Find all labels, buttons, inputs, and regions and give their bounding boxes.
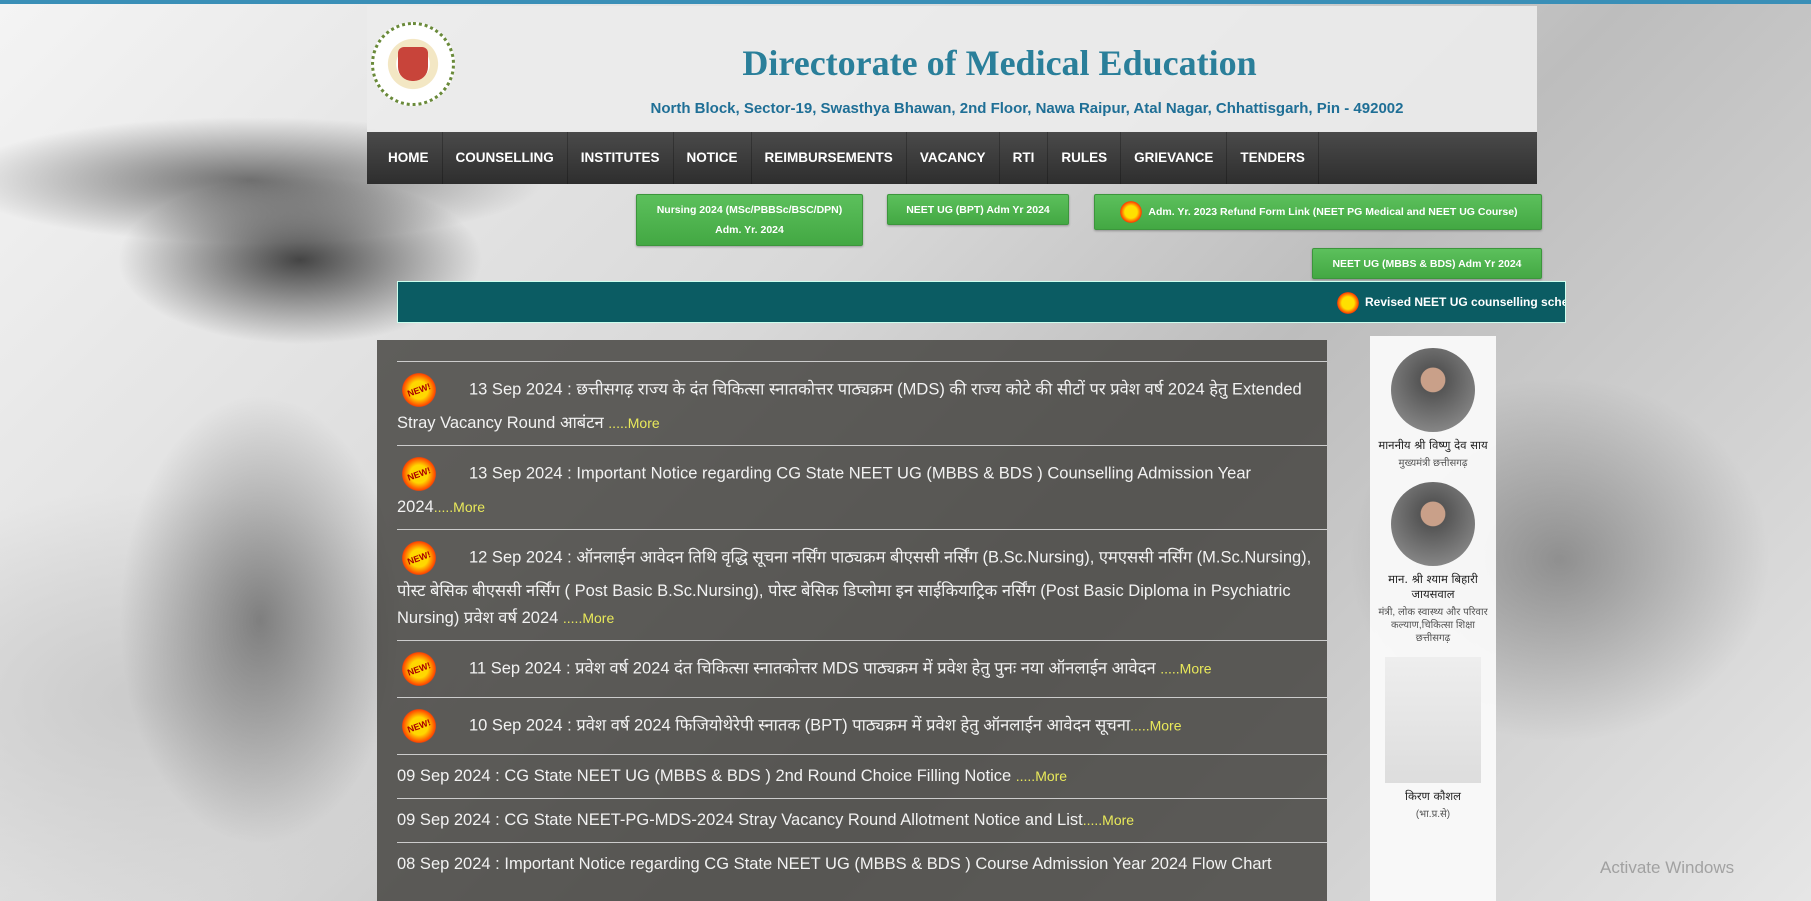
new-badge-icon: NEW! <box>391 531 447 585</box>
button-label: Adm. Yr. 2023 Refund Form Link (NEET PG … <box>1148 206 1518 218</box>
official-name: मान. श्री श्याम बिहारी जायसवाल <box>1388 572 1478 601</box>
nav-vacancy[interactable]: VACANCY <box>907 132 1000 184</box>
notice-item: NEW! 12 Sep 2024 : ऑनलाईन आवेदन तिथि वृद्… <box>391 529 1327 640</box>
new-badge-icon: NEW! <box>391 447 447 501</box>
button-label: Adm. Yr. 2024 <box>715 224 784 236</box>
more-link[interactable]: .....More <box>1160 660 1211 676</box>
notice-item: 08 Sep 2024 : Important Notice regarding… <box>397 842 1327 886</box>
top-accent-bar <box>0 0 1811 4</box>
more-link[interactable]: .....More <box>608 415 659 431</box>
notice-item: 09 Sep 2024 : CG State NEET UG (MBBS & B… <box>397 754 1327 798</box>
page-title: Directorate of Medical Education <box>742 43 1257 83</box>
notice-date: 11 Sep 2024 <box>469 659 562 678</box>
ticker-text: Revised NEET UG counselling sche <box>1365 295 1566 310</box>
button-label: NEET UG (MBBS & BDS) Adm Yr 2024 <box>1332 257 1522 270</box>
notice-text[interactable]: Important Notice regarding CG State NEET… <box>504 855 1271 873</box>
official-card: मान. श्री श्याम बिहारी जायसवाल मंत्री, लो… <box>1370 482 1496 645</box>
nav-reimbursements[interactable]: REIMBURSEMENTS <box>752 132 907 184</box>
official-designation: मुख्यमंत्री छत्तीसगढ़ <box>1398 458 1468 469</box>
new-badge-icon <box>1331 287 1365 319</box>
notice-item: NEW! 13 Sep 2024 : Important Notice regar… <box>391 445 1327 529</box>
main-nav: HOME COUNSELLING INSTITUTES NOTICE REIMBURSE… <box>367 132 1537 184</box>
more-link[interactable]: .....More <box>563 610 614 626</box>
officials-sidebar: माननीय श्री विष्णु देव साय मुख्यमंत्री छत… <box>1370 336 1496 901</box>
new-badge-icon: NEW! <box>391 363 447 417</box>
notice-item: NEW! 10 Sep 2024 : प्रवेश वर्ष 2024 फिजिय… <box>391 697 1327 754</box>
nav-notice[interactable]: NOTICE <box>674 132 752 184</box>
more-link[interactable]: .....More <box>1083 812 1134 828</box>
windows-watermark: Activate Windows <box>1600 858 1735 877</box>
official-photo <box>1391 482 1475 566</box>
new-badge-icon: NEW! <box>391 699 447 753</box>
more-link[interactable]: .....More <box>1016 768 1067 784</box>
official-card: किरण कौशल (भा.प्र.से) <box>1370 657 1496 821</box>
official-name: किरण कौशल <box>1405 789 1461 803</box>
notice-item: NEW! 11 Sep 2024 : प्रवेश वर्ष 2024 दंत च… <box>391 640 1327 697</box>
notice-list: NEW! 13 Sep 2024 : छत्तीसगढ़ राज्य के दंत… <box>377 340 1327 901</box>
official-photo <box>1385 657 1481 783</box>
nav-grievance[interactable]: GRIEVANCE <box>1121 132 1228 184</box>
official-photo <box>1391 348 1475 432</box>
neet-ug-mbbs-button[interactable]: NEET UG (MBBS & BDS) Adm Yr 2024 <box>1312 248 1542 279</box>
notice-text[interactable]: CG State NEET-PG-MDS-2024 Stray Vacancy … <box>504 811 1082 829</box>
official-name: माननीय श्री विष्णु देव साय <box>1378 438 1488 452</box>
site-header: Directorate of Medical Education North B… <box>367 6 1537 132</box>
notice-date: 09 Sep 2024 <box>397 767 491 785</box>
nav-rti[interactable]: RTI <box>1000 132 1049 184</box>
notice-text[interactable]: प्रवेश वर्ष 2024 फिजियोथेरेपी स्नातक (BP… <box>576 716 1130 734</box>
notice-date: 10 Sep 2024 <box>469 716 563 735</box>
ticker-item[interactable]: Revised NEET UG counselling sche <box>1331 287 1566 319</box>
notice-date: 13 Sep 2024 <box>469 380 563 399</box>
nav-tenders[interactable]: TENDERS <box>1227 132 1319 184</box>
more-link[interactable]: .....More <box>1130 717 1181 733</box>
more-link[interactable]: .....More <box>434 499 485 515</box>
new-badge-icon <box>1115 196 1148 228</box>
notice-date: 13 Sep 2024 <box>469 464 563 483</box>
notice-text[interactable]: CG State NEET UG (MBBS & BDS ) 2nd Round… <box>504 767 1015 785</box>
official-card: माननीय श्री विष्णु देव साय मुख्यमंत्री छत… <box>1370 348 1496 470</box>
notice-date: 08 Sep 2024 <box>397 855 491 873</box>
notice-item: NEW! 13 Sep 2024 : छत्तीसगढ़ राज्य के दंत… <box>391 361 1327 445</box>
button-label: Nursing 2024 (MSc/PBBSc/BSC/DPN) <box>656 204 843 216</box>
address: North Block, Sector-19, Swasthya Bhawan,… <box>650 100 1404 117</box>
nursing-2024-button[interactable]: Nursing 2024 (MSc/PBBSc/BSC/DPN) Adm. Yr… <box>636 194 863 246</box>
button-label: NEET UG (BPT) Adm Yr 2024 <box>906 203 1050 216</box>
official-designation: मंत्री, लोक स्वास्थ्य और परिवार कल्याण,च… <box>1378 607 1488 644</box>
notice-date: 09 Sep 2024 <box>397 811 491 829</box>
notice-item: 09 Sep 2024 : CG State NEET-PG-MDS-2024 … <box>397 798 1327 842</box>
notice-date: 12 Sep 2024 <box>469 548 563 567</box>
refund-form-button[interactable]: Adm. Yr. 2023 Refund Form Link (NEET PG … <box>1094 194 1542 230</box>
official-designation: (भा.प्र.से) <box>1415 809 1451 820</box>
nav-counselling[interactable]: COUNSELLING <box>443 132 568 184</box>
new-badge-icon: NEW! <box>391 642 447 696</box>
nav-institutes[interactable]: INSTITUTES <box>568 132 674 184</box>
nav-home[interactable]: HOME <box>375 132 443 184</box>
nav-rules[interactable]: RULES <box>1048 132 1122 184</box>
news-ticker: Revised NEET UG counselling sche <box>397 281 1566 323</box>
neet-ug-bpt-button[interactable]: NEET UG (BPT) Adm Yr 2024 <box>887 194 1069 225</box>
notice-text[interactable]: प्रवेश वर्ष 2024 दंत चिकित्सा स्नातकोत्त… <box>575 659 1160 677</box>
